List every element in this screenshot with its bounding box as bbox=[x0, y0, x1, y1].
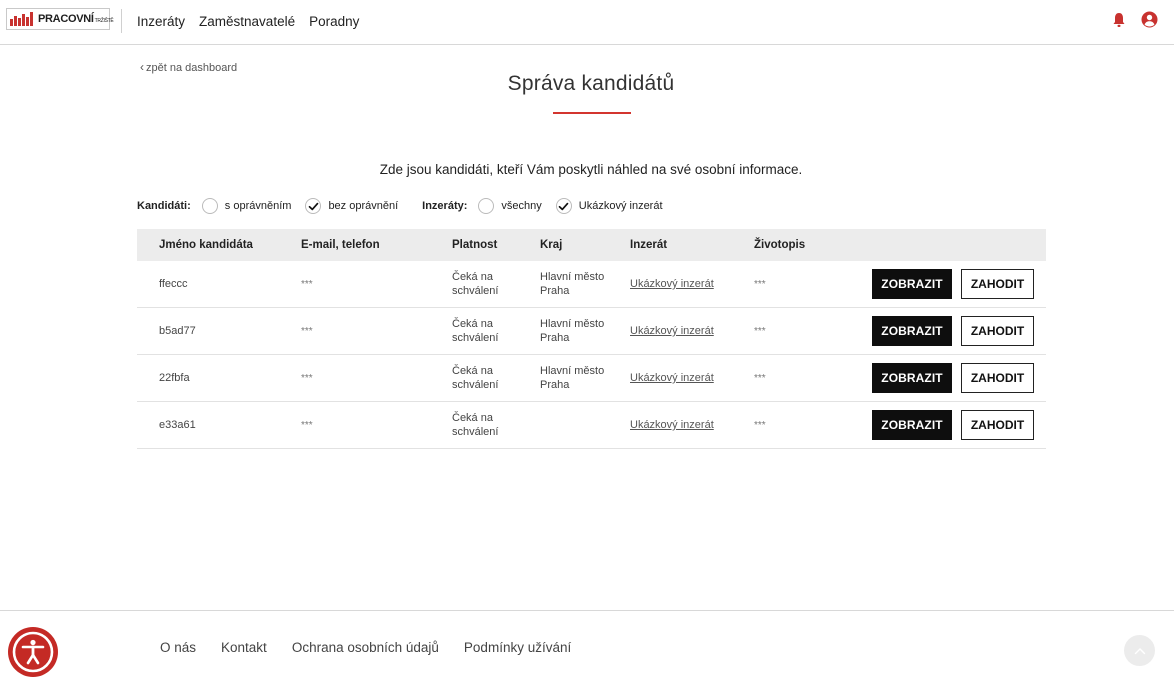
footer-nav: O nás Kontakt Ochrana osobních údajů Pod… bbox=[160, 640, 571, 655]
candidate-cv: *** bbox=[754, 372, 766, 384]
logo-text: PRACOVNÍTRŽIŠTĚ bbox=[38, 13, 114, 25]
view-button[interactable]: ZOBRAZIT bbox=[872, 410, 952, 440]
table-header: Jméno kandidáta E-mail, telefon Platnost… bbox=[137, 229, 1046, 261]
filter-option-s-opravnenim[interactable]: s oprávněním bbox=[201, 198, 292, 214]
top-navbar: PRACOVNÍTRŽIŠTĚ Inzeráty Zaměstnavatelé … bbox=[0, 0, 1174, 45]
user-circle-icon[interactable] bbox=[1141, 11, 1158, 28]
candidate-validity: Čeká na schválení bbox=[452, 412, 499, 438]
candidate-cv: *** bbox=[754, 419, 766, 431]
discard-button[interactable]: ZAHODIT bbox=[961, 363, 1034, 393]
candidate-contact: *** bbox=[301, 419, 313, 431]
footer-link-kontakt[interactable]: Kontakt bbox=[221, 640, 267, 655]
candidate-contact: *** bbox=[301, 278, 313, 290]
footer-divider bbox=[0, 610, 1174, 611]
filter-option-label: bez oprávnění bbox=[328, 200, 399, 212]
column-header-region: Kraj bbox=[540, 239, 563, 251]
footer-link-privacy[interactable]: Ochrana osobních údajů bbox=[292, 640, 439, 655]
candidates-table: Jméno kandidáta E-mail, telefon Platnost… bbox=[137, 229, 1046, 449]
view-button[interactable]: ZOBRAZIT bbox=[872, 316, 952, 346]
candidate-ad-link[interactable]: Ukázkový inzerát bbox=[630, 325, 714, 337]
candidate-ad-link[interactable]: Ukázkový inzerát bbox=[630, 419, 714, 431]
filters-bar: Kandidáti: s oprávněním bez oprávnění In… bbox=[137, 197, 677, 215]
view-button[interactable]: ZOBRAZIT bbox=[872, 363, 952, 393]
nav-item-zamestnavatele[interactable]: Zaměstnavatelé bbox=[199, 14, 295, 29]
radio-unchecked[interactable] bbox=[478, 198, 495, 214]
candidate-name: 22fbfa bbox=[159, 372, 190, 384]
bell-icon[interactable] bbox=[1112, 12, 1126, 28]
title-underline bbox=[553, 112, 631, 114]
logo[interactable]: PRACOVNÍTRŽIŠTĚ bbox=[6, 8, 114, 30]
column-header-validity: Platnost bbox=[452, 239, 498, 251]
radio-checked[interactable] bbox=[305, 198, 322, 214]
footer-link-terms[interactable]: Podmínky užívání bbox=[464, 640, 571, 655]
table-row: 22fbfa *** Čeká na schválení Hlavní město… bbox=[137, 355, 1046, 402]
filter-option-vsechny[interactable]: všechny bbox=[478, 198, 542, 214]
candidate-region: Hlavní město Praha bbox=[540, 318, 605, 344]
candidates-filter-label: Kandidáti: bbox=[137, 200, 191, 212]
logo-people-icon bbox=[10, 12, 33, 26]
table-row: ffeccc *** Čeká na schválení Hlavní město… bbox=[137, 261, 1046, 308]
filter-option-label: Ukázkový inzerát bbox=[578, 200, 663, 212]
radio-unchecked[interactable] bbox=[201, 198, 218, 214]
candidate-cv: *** bbox=[754, 278, 766, 290]
filter-option-label: s oprávněním bbox=[224, 200, 292, 212]
column-header-cv: Životopis bbox=[754, 239, 806, 251]
nav-item-poradny[interactable]: Poradny bbox=[309, 14, 359, 29]
column-header-name: Jméno kandidáta bbox=[159, 239, 253, 251]
nav-divider bbox=[121, 9, 122, 33]
candidate-validity: Čeká na schválení bbox=[452, 271, 499, 297]
table-row: b5ad77 *** Čeká na schválení Hlavní město… bbox=[137, 308, 1046, 355]
candidate-contact: *** bbox=[301, 372, 313, 384]
chevron-up-icon bbox=[1134, 647, 1145, 654]
page-subtitle: Zde jsou kandidáti, kteří Vám poskytli n… bbox=[379, 162, 803, 177]
candidate-ad-link[interactable]: Ukázkový inzerát bbox=[630, 372, 714, 384]
discard-button[interactable]: ZAHODIT bbox=[961, 316, 1034, 346]
candidate-region: Hlavní město Praha bbox=[540, 271, 605, 297]
view-button[interactable]: ZOBRAZIT bbox=[872, 269, 952, 299]
check-icon bbox=[308, 202, 319, 210]
ads-filter-label: Inzeráty: bbox=[422, 200, 468, 212]
check-icon bbox=[558, 202, 569, 210]
scroll-to-top-button[interactable] bbox=[1124, 635, 1155, 666]
filter-option-ukazkovy-inzerat[interactable]: Ukázkový inzerát bbox=[555, 198, 663, 214]
accessibility-icon bbox=[12, 631, 54, 673]
discard-button[interactable]: ZAHODIT bbox=[961, 410, 1034, 440]
filter-option-label: všechny bbox=[501, 200, 542, 212]
column-header-contact: E-mail, telefon bbox=[301, 239, 380, 251]
filter-option-bez-opravneni[interactable]: bez oprávnění bbox=[305, 198, 398, 214]
main-nav: Inzeráty Zaměstnavatelé Poradny bbox=[137, 14, 359, 29]
candidate-validity: Čeká na schválení bbox=[452, 365, 499, 391]
candidate-contact: *** bbox=[301, 325, 313, 337]
candidate-validity: Čeká na schválení bbox=[452, 318, 499, 344]
accessibility-button[interactable] bbox=[8, 627, 58, 677]
table-row: e33a61 *** Čeká na schválení Ukázkový inz… bbox=[137, 402, 1046, 449]
column-header-ad: Inzerát bbox=[630, 239, 668, 251]
candidate-name: ffeccc bbox=[159, 278, 188, 290]
nav-item-inzeraty[interactable]: Inzeráty bbox=[137, 14, 185, 29]
page-title: Správa kandidátů bbox=[507, 72, 675, 95]
candidate-ad-link[interactable]: Ukázkový inzerát bbox=[630, 278, 714, 290]
candidate-cv: *** bbox=[754, 325, 766, 337]
candidate-region: Hlavní město Praha bbox=[540, 365, 605, 391]
candidate-name: e33a61 bbox=[159, 419, 196, 431]
candidate-name: b5ad77 bbox=[159, 325, 196, 337]
discard-button[interactable]: ZAHODIT bbox=[961, 269, 1034, 299]
footer-link-o-nas[interactable]: O nás bbox=[160, 640, 196, 655]
radio-checked[interactable] bbox=[555, 198, 572, 214]
